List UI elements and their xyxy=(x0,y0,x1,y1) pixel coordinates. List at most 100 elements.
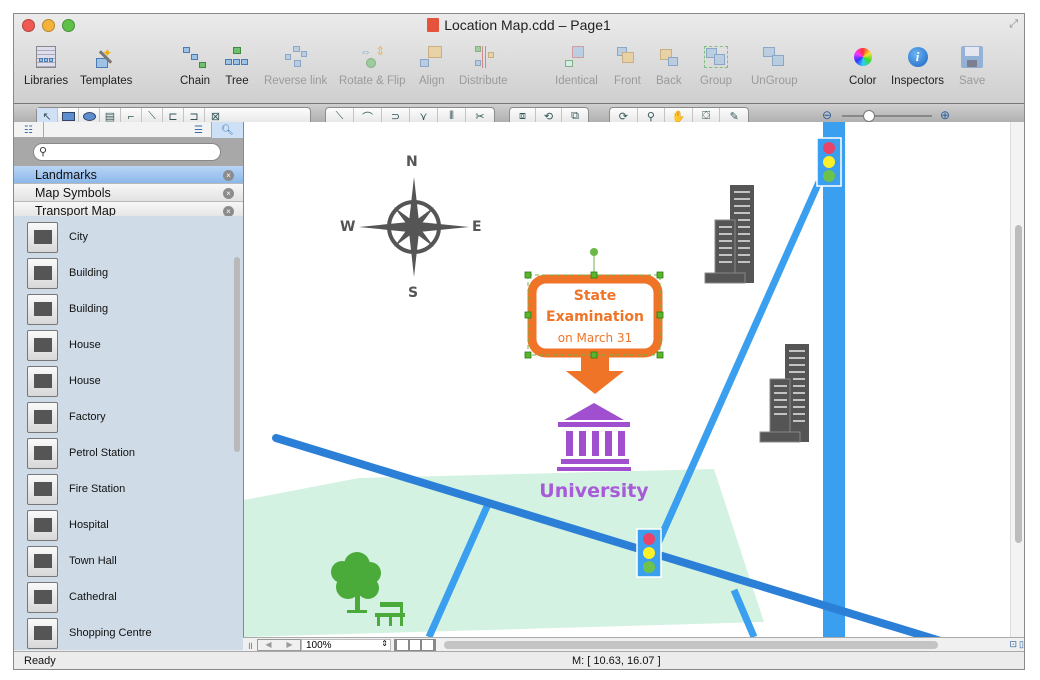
petrol-station-icon xyxy=(27,437,58,469)
front-button[interactable]: Front xyxy=(614,46,641,87)
compass-south-label: S xyxy=(408,285,419,301)
library-name: Map Symbols xyxy=(35,185,111,200)
compass-west-label: W xyxy=(340,219,356,235)
info-icon: i xyxy=(906,46,930,70)
fullscreen-icon[interactable]: ⤢ xyxy=(1009,18,1018,31)
align-button[interactable]: Align xyxy=(419,46,445,87)
shopping-centre-icon xyxy=(27,617,58,649)
tree-button[interactable]: Tree xyxy=(225,46,249,87)
group-label: Group xyxy=(700,75,732,87)
library-list: Landmarks × Map Symbols × Transport Map × xyxy=(14,166,243,220)
cathedral-icon xyxy=(27,581,58,613)
next-page-icon[interactable]: ▶ xyxy=(286,640,292,649)
sidebar-tabs: ☷ ☰ 🔍︎ xyxy=(14,122,243,138)
identical-button[interactable]: Identical xyxy=(555,46,598,87)
stepper-icon[interactable]: ⇕ xyxy=(381,639,388,648)
canvas-bottom-bar: ॥ ◀ ▶ 100% ⇕ ⊡ ▯ xyxy=(243,637,1024,652)
pause-icon[interactable]: ॥ xyxy=(243,638,257,652)
reverse-link-icon xyxy=(284,46,308,70)
search-tab[interactable]: 🔍︎ xyxy=(212,122,243,138)
horizontal-scroll-thumb[interactable] xyxy=(444,640,938,649)
library-item[interactable]: Factory xyxy=(27,399,106,435)
chain-button[interactable]: Chain xyxy=(180,46,210,87)
library-item[interactable]: Shopping Centre xyxy=(27,615,152,650)
distribute-button[interactable]: Distribute xyxy=(459,46,508,87)
fire-station-icon xyxy=(27,473,58,505)
library-landmarks[interactable]: Landmarks × xyxy=(14,166,243,184)
library-sidebar: ☷ ☰ 🔍︎ ⚲ Landmarks × Map Symbols × Transport… xyxy=(14,122,243,650)
group-icon xyxy=(703,46,728,70)
page-navigation[interactable]: ◀ ▶ xyxy=(257,638,301,651)
library-item[interactable]: Hospital xyxy=(27,507,109,543)
zoom-in-icon[interactable]: ⊕ xyxy=(940,108,950,122)
search-icon: ⚲ xyxy=(39,146,48,158)
library-map-symbols[interactable]: Map Symbols × xyxy=(14,184,243,202)
library-item-label: Cathedral xyxy=(69,591,117,603)
rotate-flip-label: Rotate & Flip xyxy=(339,75,406,87)
compass-east-label: E xyxy=(472,219,482,235)
close-library-icon[interactable]: × xyxy=(223,188,234,199)
save-label: Save xyxy=(959,75,986,87)
identical-label: Identical xyxy=(555,75,598,87)
zoom-out-icon[interactable]: ⊖ xyxy=(822,108,832,122)
library-item-label: Building xyxy=(69,267,109,279)
traffic-light-icon xyxy=(816,137,842,187)
house-icon xyxy=(27,329,58,361)
bring-front-icon xyxy=(615,46,639,70)
page-thumbnails[interactable] xyxy=(394,638,436,651)
send-back-icon xyxy=(657,46,681,70)
library-item[interactable]: Building xyxy=(27,291,108,327)
library-item-label: City xyxy=(69,231,88,243)
tree-view-tab[interactable]: ☷ xyxy=(14,122,44,138)
vertical-scroll-thumb[interactable] xyxy=(1015,225,1022,543)
compass-north-label: N xyxy=(406,154,418,170)
rotate-flip-button[interactable]: ⇔ ⇕ Rotate & Flip xyxy=(339,44,406,87)
library-item-label: Building xyxy=(69,303,109,315)
park-area xyxy=(244,469,764,637)
prev-page-icon[interactable]: ◀ xyxy=(265,640,271,649)
library-item[interactable]: Town Hall xyxy=(27,543,117,579)
library-item[interactable]: City xyxy=(27,219,88,255)
sidebar-scrollbar[interactable] xyxy=(234,257,240,452)
color-wheel-icon xyxy=(851,46,875,70)
library-item-label: House xyxy=(69,339,101,351)
traffic-light-icon xyxy=(636,528,662,578)
group-button[interactable]: Group xyxy=(700,46,732,87)
library-item[interactable]: Petrol Station xyxy=(27,435,135,471)
ungroup-label: UnGroup xyxy=(751,75,798,87)
libraries-button[interactable]: Libraries xyxy=(24,46,68,87)
window-title-text: Location Map.cdd – Page1 xyxy=(444,17,611,33)
drawing-canvas[interactable]: N S W E State Examination on March 31 Un… xyxy=(243,122,1010,637)
close-library-icon[interactable]: × xyxy=(223,170,234,181)
zoom-select[interactable]: 100% ⇕ xyxy=(301,638,391,651)
align-icon xyxy=(419,46,444,70)
actual-size-icon[interactable]: ▯ xyxy=(1019,639,1024,650)
fit-page-icon[interactable]: ⊡ xyxy=(1010,639,1018,650)
templates-button[interactable]: ✦ Templates xyxy=(80,46,132,87)
canvas-vertical-scrollbar[interactable] xyxy=(1010,122,1024,637)
chain-label: Chain xyxy=(180,75,211,87)
library-search-input[interactable] xyxy=(33,143,221,161)
chain-icon xyxy=(183,46,207,70)
library-item[interactable]: Building xyxy=(27,255,108,291)
library-item-label: Fire Station xyxy=(69,483,126,495)
back-button[interactable]: Back xyxy=(656,46,682,87)
library-item[interactable]: House xyxy=(27,327,101,363)
callout-line2: Examination xyxy=(546,309,644,325)
ungroup-button[interactable]: UnGroup xyxy=(751,46,798,87)
status-bar: Ready M: [ 10.63, 16.07 ] xyxy=(14,651,1024,669)
zoom-slider-thumb[interactable] xyxy=(863,110,875,122)
library-item[interactable]: Fire Station xyxy=(27,471,125,507)
color-label: Color xyxy=(849,75,877,87)
list-view-tab[interactable]: ☰ xyxy=(186,122,212,138)
save-button[interactable]: Save xyxy=(959,46,985,87)
library-item[interactable]: Cathedral xyxy=(27,579,117,615)
title-bar: Location Map.cdd – Page1 ⤢ Libraries ✦ T… xyxy=(14,14,1024,104)
distribute-label: Distribute xyxy=(459,75,508,87)
reverse-link-button[interactable]: Reverse link xyxy=(264,46,327,87)
color-button[interactable]: Color xyxy=(849,46,876,87)
library-item[interactable]: House xyxy=(27,363,101,399)
save-disk-icon xyxy=(960,46,984,70)
distribute-icon xyxy=(471,46,495,70)
inspectors-button[interactable]: i Inspectors xyxy=(891,46,944,87)
